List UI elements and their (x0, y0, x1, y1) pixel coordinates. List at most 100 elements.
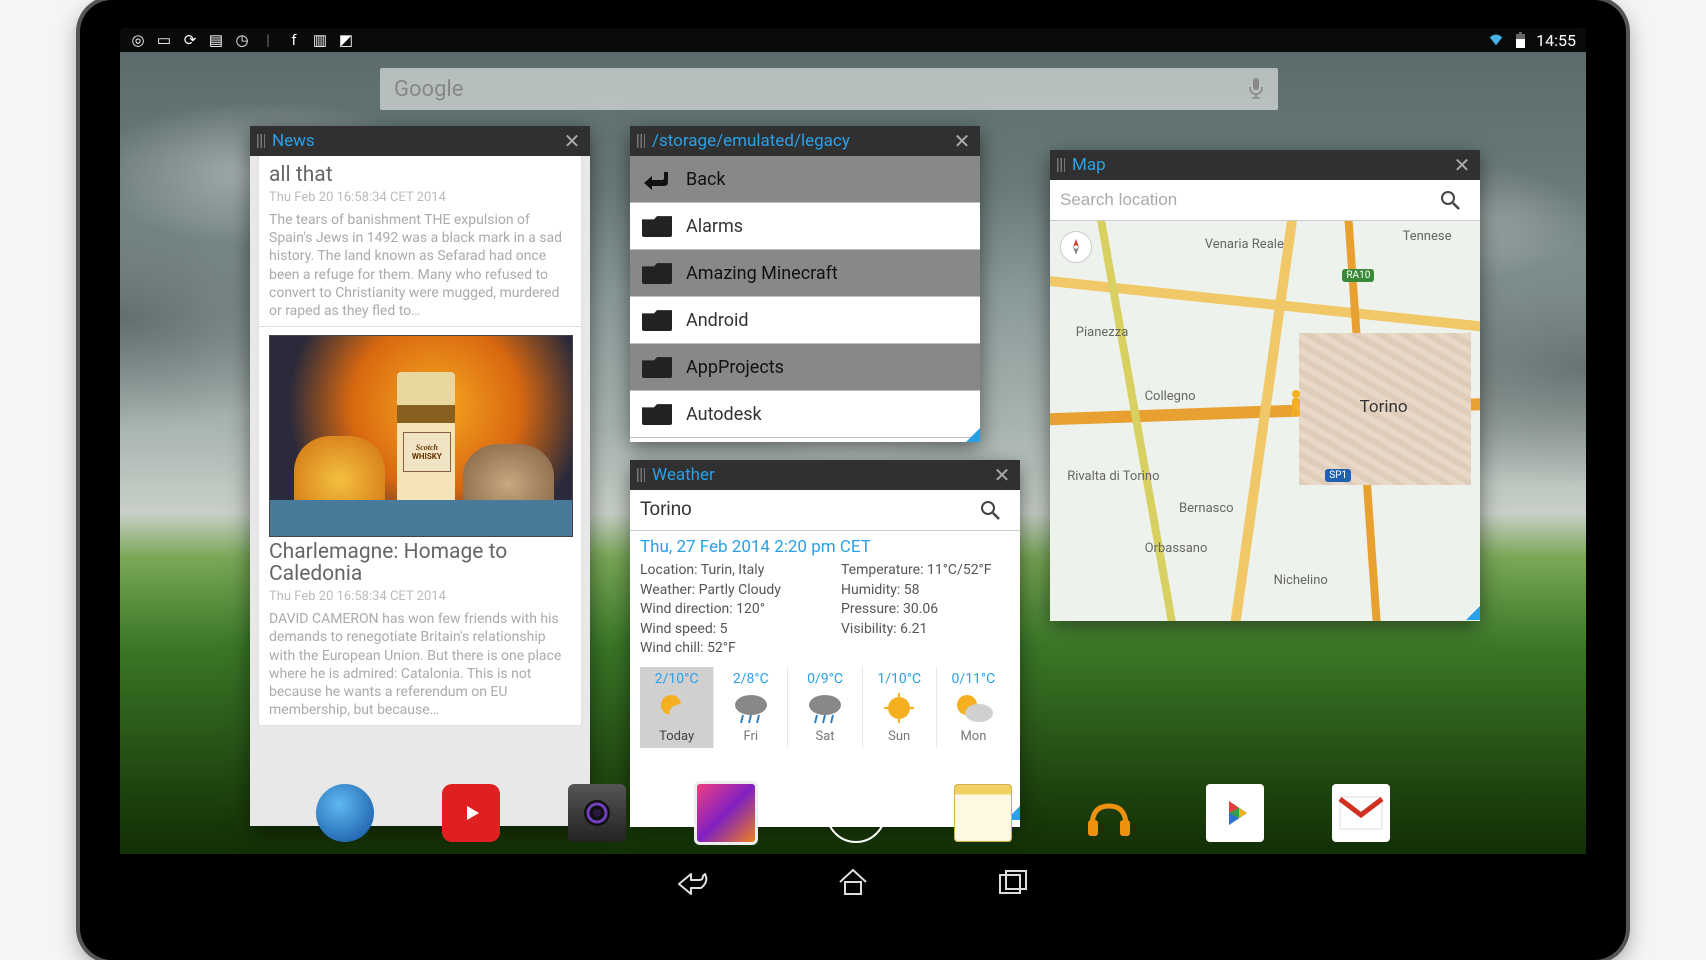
forecast-day[interactable]: 0/9°C Sat (788, 667, 862, 748)
search-icon[interactable] (1440, 190, 1480, 210)
sd-icon: ▥ (312, 32, 328, 48)
resize-handle-icon[interactable] (966, 428, 980, 442)
notes-app[interactable] (954, 784, 1012, 842)
weather-titlebar[interactable]: Weather ✕ (630, 460, 1020, 490)
camera-app[interactable] (568, 784, 626, 842)
road-badge: RA10 (1342, 269, 1374, 282)
weather-search-input[interactable] (630, 499, 980, 521)
drag-grip-icon[interactable] (630, 460, 652, 490)
divider-icon: | (260, 32, 276, 48)
google-search-bar[interactable]: Google (380, 68, 1278, 110)
sync-icon: ⟳ (182, 32, 198, 48)
news-body[interactable]: all that Thu Feb 20 16:58:34 CET 2014 Th… (250, 156, 590, 826)
app-drawer-button[interactable] (826, 783, 886, 843)
news-headline: all that (269, 164, 571, 186)
file-titlebar[interactable]: /storage/emulated/legacy ✕ (630, 126, 980, 156)
news-window[interactable]: News ✕ all that Thu Feb 20 16:58:34 CET … (250, 126, 590, 826)
close-icon[interactable]: ✕ (944, 129, 980, 153)
file-label: Autodesk (686, 404, 762, 425)
home-screen[interactable]: ◎ ▭ ⟳ ▤ ◷ | f ▥ ◩ 14:5 (120, 28, 1586, 910)
forecast-day[interactable]: 2/8°C Fri (714, 667, 788, 748)
file-list[interactable]: Back Alarms Amazing Minecraft Android (630, 156, 980, 442)
drag-grip-icon[interactable] (630, 126, 652, 156)
file-path: /storage/emulated/legacy (652, 131, 944, 151)
forecast-day[interactable]: 1/10°C Sun (863, 667, 937, 748)
weather-timestamp: Thu, 27 Feb 2014 2:20 pm CET (640, 537, 1010, 557)
nav-recent-button[interactable] (993, 862, 1033, 902)
table-surface (270, 500, 572, 536)
map-label: Collegno (1145, 389, 1196, 404)
forecast-day[interactable]: 2/10°C Today (640, 667, 714, 748)
bottle-label: Scotch WHISKY (403, 432, 451, 472)
youtube-app[interactable] (442, 784, 500, 842)
back-icon (642, 168, 672, 190)
file-folder-row[interactable]: Android (630, 297, 980, 344)
file-browser-window[interactable]: /storage/emulated/legacy ✕ Back Alarms (630, 126, 980, 442)
news-titlebar[interactable]: News ✕ (250, 126, 590, 156)
file-folder-row[interactable]: Amazing Minecraft (630, 250, 980, 297)
play-store-app[interactable] (1206, 784, 1264, 842)
sun-cloud-icon (655, 689, 699, 727)
map-titlebar[interactable]: Map ✕ (1050, 150, 1480, 180)
forecast-day[interactable]: 0/11°C Mon (937, 667, 1010, 748)
file-label: Amazing Minecraft (686, 263, 838, 284)
nav-bar (120, 854, 1586, 910)
map-search (1050, 180, 1480, 221)
news-excerpt: DAVID CAMERON has won few friends with h… (269, 610, 571, 719)
tablet-device-frame: ◎ ▭ ⟳ ▤ ◷ | f ▥ ◩ 14:5 (80, 0, 1626, 960)
file-folder-row[interactable]: Autodesk (630, 391, 980, 438)
map-window[interactable]: Map ✕ (1050, 150, 1480, 620)
browser-app[interactable] (316, 784, 374, 842)
news-headline: Charlemagne: Homage to Caledonia (269, 541, 571, 585)
sun-icon (877, 689, 921, 727)
wifi-icon (1488, 32, 1504, 48)
play-music-app[interactable] (1080, 784, 1138, 842)
news-thumbnail: Scotch WHISKY (269, 335, 573, 537)
news-item[interactable]: Scotch WHISKY Charlemagne: Homage to Cal… (258, 327, 582, 726)
folder-icon (642, 403, 672, 425)
news-date: Thu Feb 20 16:58:34 CET 2014 (269, 589, 571, 604)
map-label: Bernasco (1179, 501, 1234, 516)
drag-grip-icon[interactable] (1050, 150, 1072, 180)
weather-title: Weather (652, 465, 984, 485)
nav-back-button[interactable] (673, 862, 713, 902)
close-icon[interactable]: ✕ (1444, 153, 1480, 177)
search-icon[interactable] (980, 500, 1020, 520)
target-icon: ◎ (130, 32, 146, 48)
file-folder-row[interactable]: Alarms (630, 203, 980, 250)
file-label: AppProjects (686, 357, 784, 378)
road-badge: SP1 (1325, 469, 1351, 482)
status-right: 14:55 (1488, 31, 1576, 50)
news-title: News (272, 131, 554, 151)
map-canvas[interactable]: Venaria Reale Torino Pianezza Collegno N… (1050, 221, 1480, 621)
weather-window[interactable]: Weather ✕ Thu, 27 Feb 2014 2:20 pm CET L… (630, 460, 1020, 820)
mic-icon[interactable] (1248, 78, 1264, 100)
map-search-input[interactable] (1050, 190, 1440, 210)
display-icon: ▭ (156, 32, 172, 48)
news-item[interactable]: all that Thu Feb 20 16:58:34 CET 2014 Th… (258, 156, 582, 327)
file-folder-row[interactable]: AppProjects (630, 344, 980, 391)
resize-handle-icon[interactable] (1466, 606, 1480, 620)
weather-search (630, 490, 1020, 531)
map-label: Tennese (1403, 229, 1452, 244)
map-title: Map (1072, 155, 1444, 175)
camera-status-icon: ◩ (338, 32, 354, 48)
search-brand: Google (394, 77, 463, 102)
pegman-icon[interactable] (1287, 389, 1305, 417)
file-back-row[interactable]: Back (630, 156, 980, 203)
weather-details: Location: Turin, Italy Weather: Partly C… (640, 561, 1010, 659)
gmail-app[interactable] (1332, 784, 1390, 842)
close-icon[interactable]: ✕ (554, 129, 590, 153)
app-dock (120, 778, 1586, 848)
gallery-app[interactable] (694, 781, 758, 845)
news-date: Thu Feb 20 16:58:34 CET 2014 (269, 190, 571, 205)
clock-icon: ◷ (234, 32, 250, 48)
map-label: Rivalta di Torino (1067, 469, 1159, 484)
news-excerpt: The tears of banishment THE expulsion of… (269, 211, 571, 320)
close-icon[interactable]: ✕ (984, 463, 1020, 487)
nav-home-button[interactable] (833, 862, 873, 902)
folder-icon (642, 215, 672, 237)
rain-icon (729, 689, 773, 727)
compass-icon[interactable] (1060, 231, 1092, 263)
drag-grip-icon[interactable] (250, 126, 272, 156)
